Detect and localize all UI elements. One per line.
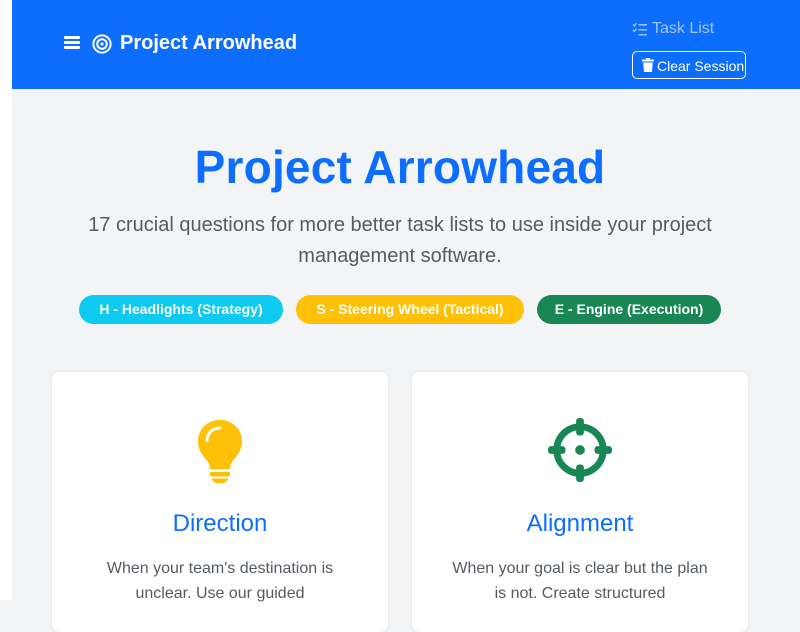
card-text-alignment: When your goal is clear but the plan is … — [452, 560, 708, 602]
card-text-direction: When your team's destination is unclear.… — [106, 560, 334, 602]
card-title-direction: Direction — [172, 510, 268, 537]
hamburger-icon[interactable] — [64, 35, 80, 50]
navbar: Project Arrowhead Task List Clear Sessio… — [12, 0, 800, 89]
crosshair-icon — [548, 418, 612, 482]
headlights-badge: H - Headlights (Strategy) — [79, 295, 283, 324]
alignment-card[interactable]: Alignment When your goal is clear but th… — [412, 372, 748, 632]
clear-session-button[interactable]: Clear Session — [632, 51, 746, 79]
task-list-label: Task List — [652, 20, 715, 37]
trash-icon — [642, 58, 654, 72]
steering-wheel-badge: S - Steering Wheel (Tactical) — [296, 295, 524, 324]
direction-card[interactable]: Direction When your team's destination i… — [52, 372, 388, 632]
card-title-alignment: Alignment — [526, 510, 634, 537]
page-subtitle: 17 crucial questions for more better tas… — [88, 214, 712, 267]
lightbulb-icon — [198, 420, 242, 484]
brand-title[interactable]: Project Arrowhead — [120, 32, 297, 55]
page-title: Project Arrowhead — [194, 141, 606, 193]
engine-badge: E - Engine (Execution) — [537, 295, 721, 324]
checklist-icon — [632, 22, 647, 36]
bullseye-icon — [92, 34, 112, 54]
clear-session-label: Clear Session — [657, 58, 745, 74]
left-edge — [0, 0, 12, 600]
